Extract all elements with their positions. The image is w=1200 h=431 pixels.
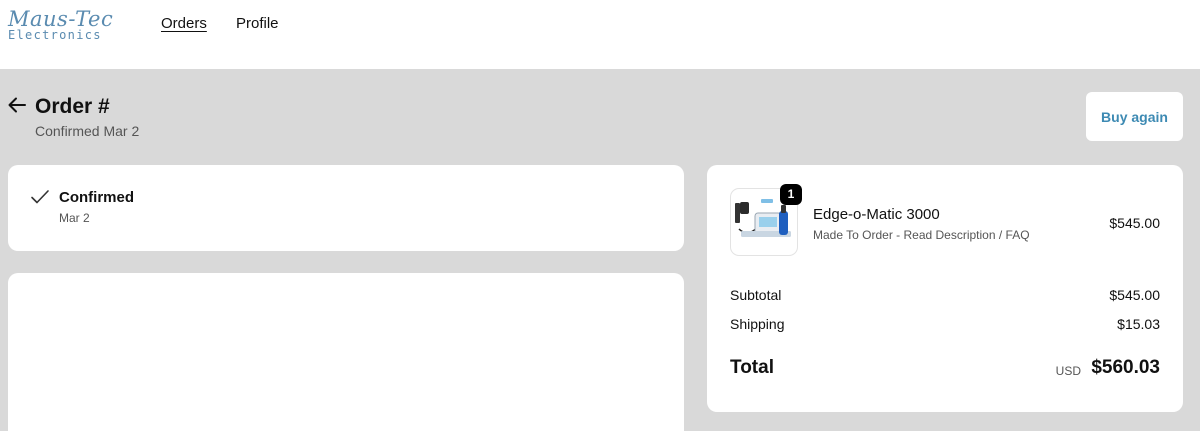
- arrow-left-icon[interactable]: [6, 94, 28, 116]
- logo-line-1: Maus-Tec: [8, 7, 114, 31]
- shipping-value: $15.03: [1117, 316, 1160, 332]
- order-summary-card: 1 Edge-o-Matic 3000 Made To Order - Read…: [707, 165, 1183, 412]
- order-subtitle: Confirmed Mar 2: [35, 123, 140, 139]
- subtotal-value: $545.00: [1109, 287, 1160, 303]
- checkmark-icon: [30, 188, 50, 206]
- currency-code: USD: [1055, 364, 1081, 378]
- buy-again-button[interactable]: Buy again: [1086, 92, 1183, 141]
- total-label: Total: [730, 357, 774, 378]
- quantity-badge: 1: [780, 184, 802, 205]
- status-date: Mar 2: [59, 211, 90, 225]
- nav-profile-link[interactable]: Profile: [236, 15, 279, 33]
- product-name: Edge-o-Matic 3000: [813, 206, 940, 223]
- status-title: Confirmed: [59, 189, 134, 206]
- nav-orders-link[interactable]: Orders: [161, 15, 207, 33]
- top-navigation-bar: Maus-Tec Electronics Orders Profile: [0, 0, 1200, 69]
- shipping-label: Shipping: [730, 316, 785, 332]
- product-price: $545.00: [1109, 215, 1160, 231]
- total-value: $560.03: [1091, 357, 1160, 378]
- subtotal-label: Subtotal: [730, 287, 782, 303]
- page-title: Order #: [35, 95, 110, 118]
- store-logo[interactable]: Maus-Tec Electronics: [8, 7, 128, 42]
- order-status-card: Confirmed Mar 2: [8, 165, 684, 251]
- product-variant: Made To Order - Read Description / FAQ: [813, 228, 1030, 242]
- order-details-card: [8, 273, 684, 431]
